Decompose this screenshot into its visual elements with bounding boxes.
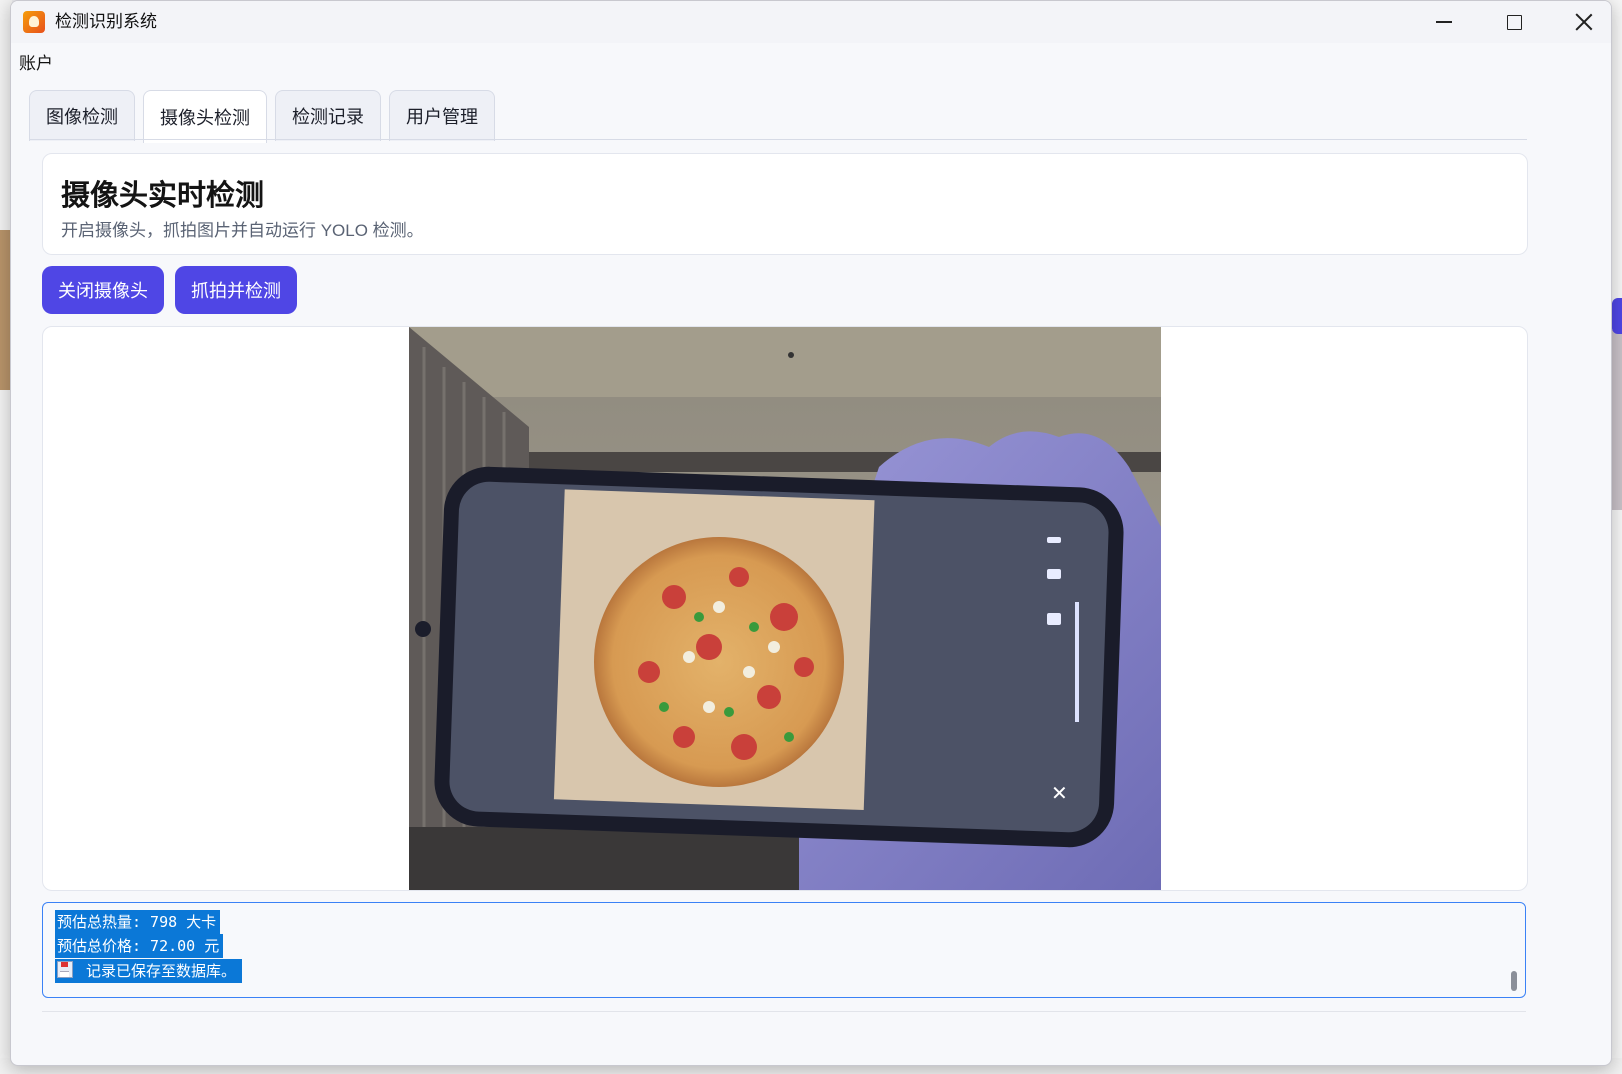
- log-line-calories: 预估总热量: 798 大卡: [55, 910, 221, 934]
- page-title: 摄像头实时检测: [61, 180, 265, 212]
- minimize-button[interactable]: [1409, 1, 1479, 43]
- app-logo-icon: [23, 11, 45, 33]
- window-title: 检测识别系统: [55, 12, 157, 31]
- tab-divider: [29, 139, 1527, 140]
- background-button: [1612, 298, 1622, 334]
- tab-image-detection[interactable]: 图像检测: [29, 90, 135, 141]
- background-thumbnail: [1612, 330, 1622, 510]
- tab-camera-detection[interactable]: 摄像头检测: [143, 90, 267, 143]
- header-card: 摄像头实时检测 开启摄像头，抓拍图片并自动运行 YOLO 检测。: [42, 153, 1528, 255]
- snapshot-detect-button[interactable]: 抓拍并检测: [175, 266, 297, 314]
- close-button[interactable]: [1549, 1, 1611, 43]
- camera-preview-card: ✕: [42, 326, 1528, 891]
- menu-account[interactable]: 账户: [19, 49, 53, 74]
- app-window: 检测识别系统 账户 图像检测 摄像头检测 检测记录 用户管理 摄像头实时检测 开…: [10, 0, 1612, 1066]
- footer-divider: [42, 1011, 1526, 1012]
- tab-detection-records[interactable]: 检测记录: [275, 90, 381, 141]
- detection-log-output[interactable]: 预估总热量: 798 大卡 预估总价格: 72.00 元 记录已保存至数据库。: [42, 902, 1526, 998]
- camera-preview-image: ✕: [409, 327, 1161, 890]
- close-camera-button[interactable]: 关闭摄像头: [42, 266, 164, 314]
- log-line-price: 预估总价格: 72.00 元: [55, 934, 224, 958]
- title-bar[interactable]: 检测识别系统: [11, 1, 1611, 43]
- tab-user-management[interactable]: 用户管理: [389, 90, 495, 141]
- log-scrollbar[interactable]: [1511, 909, 1517, 991]
- maximize-button[interactable]: [1479, 1, 1549, 43]
- log-line-saved: 记录已保存至数据库。: [55, 959, 243, 983]
- svg-text:✕: ✕: [1051, 781, 1068, 805]
- minimize-icon: [1436, 21, 1452, 23]
- close-icon: [1575, 13, 1593, 31]
- menu-bar: 账户: [11, 43, 1611, 73]
- page-subtitle: 开启摄像头，抓拍图片并自动运行 YOLO 检测。: [61, 221, 424, 240]
- maximize-icon: [1506, 14, 1522, 30]
- floppy-disk-icon: [57, 961, 73, 978]
- log-line-saved-text: 记录已保存至数据库。: [86, 962, 237, 980]
- log-scrollbar-thumb[interactable]: [1511, 971, 1517, 991]
